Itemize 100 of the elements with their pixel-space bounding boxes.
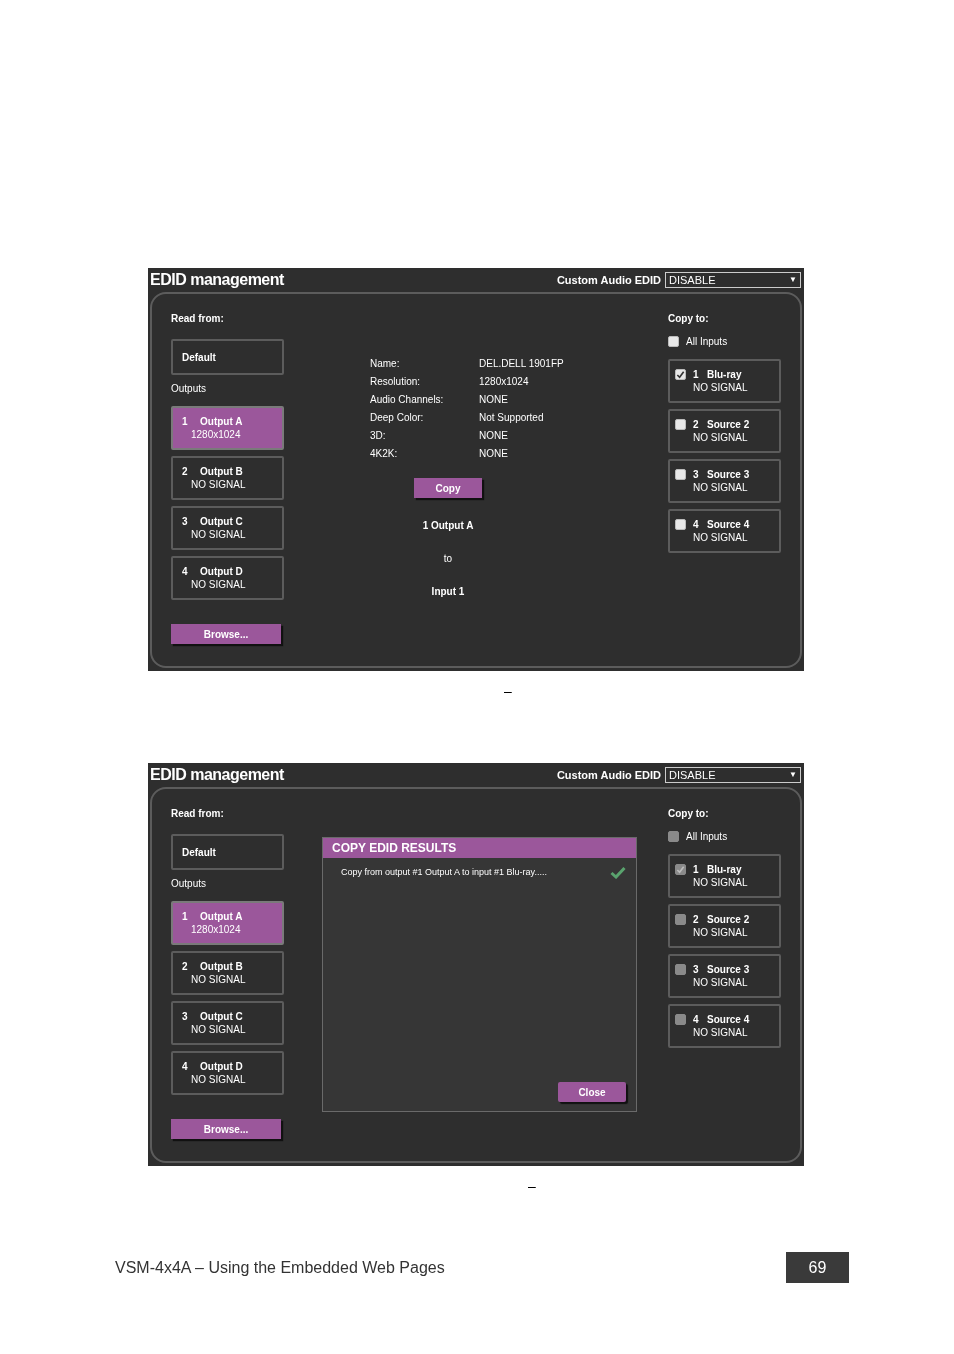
output-number: 3: [182, 1010, 189, 1023]
output-number: 4: [182, 1060, 189, 1073]
output-number: 1: [182, 415, 189, 428]
dropdown[interactable]: DISABLE ▼: [665, 767, 801, 783]
output-number: 4: [182, 565, 189, 578]
window-title: EDID management: [150, 270, 284, 290]
input-number: 3: [693, 468, 700, 481]
dropdown[interactable]: DISABLE ▼: [665, 272, 801, 288]
input-status: NO SIGNAL: [692, 876, 749, 889]
connector-text: to: [443, 552, 453, 566]
output-status: NO SIGNAL: [190, 528, 247, 541]
output-number: 1: [182, 910, 189, 923]
browse-button[interactable]: Browse...: [171, 1119, 281, 1139]
input-number: 2: [693, 913, 700, 926]
output-status: NO SIGNAL: [190, 578, 247, 591]
output-name: Output B: [200, 960, 243, 973]
field-value: NONE: [479, 393, 509, 407]
output-status: NO SIGNAL: [190, 478, 247, 491]
output-name: Output C: [200, 515, 243, 528]
output-item[interactable]: 1 Output A 1280x1024: [171, 406, 284, 450]
copy-button[interactable]: Copy: [414, 478, 482, 498]
output-number: 2: [182, 465, 189, 478]
input-name: Blu-ray: [707, 368, 742, 381]
output-number: 3: [182, 515, 189, 528]
output-item[interactable]: 2 Output B NO SIGNAL: [171, 456, 284, 500]
input-name: Source 2: [707, 418, 750, 431]
checkmark-icon: [610, 866, 626, 880]
section-label: Copy to:: [668, 312, 710, 325]
field-value: 1280x1024: [479, 375, 530, 389]
checkbox[interactable]: [675, 469, 686, 480]
input-number: 4: [693, 518, 700, 531]
output-name: Output B: [200, 465, 243, 478]
figure-caption: –: [504, 682, 512, 701]
section-label: Outputs: [171, 877, 208, 891]
target-label: Input 1: [431, 585, 465, 599]
close-button[interactable]: Close: [558, 1082, 626, 1102]
page-number: 69: [786, 1252, 849, 1283]
input-number: 3: [693, 963, 700, 976]
section-label: Copy to:: [668, 807, 710, 820]
output-name: Output D: [200, 1060, 243, 1073]
output-status: NO SIGNAL: [190, 1073, 247, 1086]
field-label: Deep Color:: [370, 411, 425, 425]
default-button[interactable]: Default: [171, 834, 284, 870]
source-label: 1 Output A: [422, 519, 474, 533]
output-status: NO SIGNAL: [190, 1023, 247, 1036]
dialog-title: COPY EDID RESULTS: [323, 838, 636, 858]
field-label: Custom Audio EDID: [556, 272, 661, 288]
checkbox[interactable]: [675, 419, 686, 430]
field-value: Not Supported: [479, 411, 545, 425]
input-status: NO SIGNAL: [692, 481, 749, 494]
field-label: 4K2K:: [370, 447, 399, 461]
input-status: NO SIGNAL: [692, 431, 749, 444]
output-item[interactable]: 3 Output C NO SIGNAL: [171, 1001, 284, 1045]
input-number: 4: [693, 1013, 700, 1026]
checkbox-label: All Inputs: [686, 335, 728, 349]
output-status: NO SIGNAL: [190, 973, 247, 986]
field-value: DEL.DELL 1901FP: [479, 357, 565, 371]
input-name: Source 4: [707, 1013, 750, 1026]
input-status: NO SIGNAL: [692, 531, 749, 544]
input-name: Source 2: [707, 913, 750, 926]
output-name: Output D: [200, 565, 243, 578]
output-name: Output A: [200, 415, 243, 428]
default-button[interactable]: Default: [171, 339, 284, 375]
field-value: NONE: [479, 429, 509, 443]
browse-button[interactable]: Browse...: [171, 624, 281, 644]
checkbox-label: All Inputs: [686, 830, 728, 844]
figure-caption: –: [528, 1177, 536, 1196]
field-value: NONE: [479, 447, 509, 461]
input-status: NO SIGNAL: [692, 926, 749, 939]
field-label: 3D:: [370, 429, 387, 443]
output-item[interactable]: 4 Output D NO SIGNAL: [171, 556, 284, 600]
checkbox[interactable]: [675, 519, 686, 530]
output-status: 1280x1024: [190, 923, 242, 936]
output-item[interactable]: 1 Output A 1280x1024: [171, 901, 284, 945]
input-status: NO SIGNAL: [692, 1026, 749, 1039]
checkbox[interactable]: [668, 336, 679, 347]
window-title: EDID management: [150, 765, 284, 785]
checkbox[interactable]: [675, 369, 686, 380]
input-number: 1: [693, 863, 700, 876]
input-number: 2: [693, 418, 700, 431]
input-status: NO SIGNAL: [692, 381, 749, 394]
input-name: Source 3: [707, 963, 750, 976]
output-item[interactable]: 4 Output D NO SIGNAL: [171, 1051, 284, 1095]
footer-text: VSM-4x4A – Using the Embedded Web Pages: [115, 1257, 445, 1278]
section-label: Read from:: [171, 807, 225, 820]
output-name: Output C: [200, 1010, 243, 1023]
output-status: 1280x1024: [190, 428, 242, 441]
output-name: Output A: [200, 910, 243, 923]
section-label: Read from:: [171, 312, 225, 325]
output-item[interactable]: 3 Output C NO SIGNAL: [171, 506, 284, 550]
output-number: 2: [182, 960, 189, 973]
field-label: Resolution:: [370, 375, 422, 389]
section-label: Outputs: [171, 382, 208, 396]
input-name: Blu-ray: [707, 863, 742, 876]
result-message: Copy from output #1 Output A to input #1 Blu-ray.....: [341, 866, 547, 879]
output-item[interactable]: 2 Output B NO SIGNAL: [171, 951, 284, 995]
input-number: 1: [693, 368, 700, 381]
field-label: Audio Channels:: [370, 393, 445, 407]
field-label: Custom Audio EDID: [556, 767, 661, 783]
input-status: NO SIGNAL: [692, 976, 749, 989]
